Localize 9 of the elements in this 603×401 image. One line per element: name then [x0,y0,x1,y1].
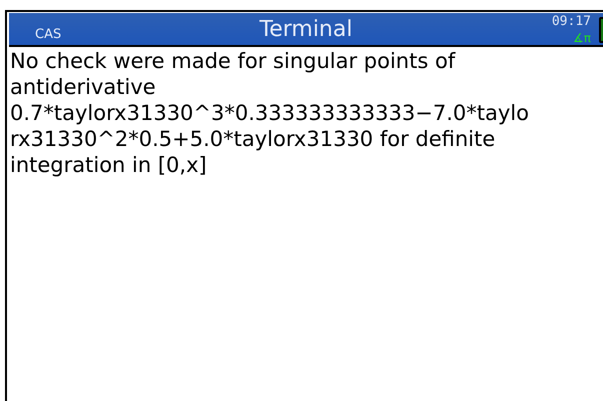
mode-label: CAS [35,26,62,44]
output-line: rx31330^2*0.5+5.0*taylorx31330 for definite [10,126,496,152]
angle-mode-indicator: ∡π [573,30,591,47]
window-title: Terminal [260,16,352,44]
output-line: No check were made for singular points of [10,48,456,74]
clock: 09:17 [552,13,591,31]
output-line: antiderivative [10,74,156,100]
output-line: integration in [0,x] [10,152,207,178]
output-line: 0.7*taylorx31330^3*0.333333333333−7.0*taylo [10,100,529,126]
